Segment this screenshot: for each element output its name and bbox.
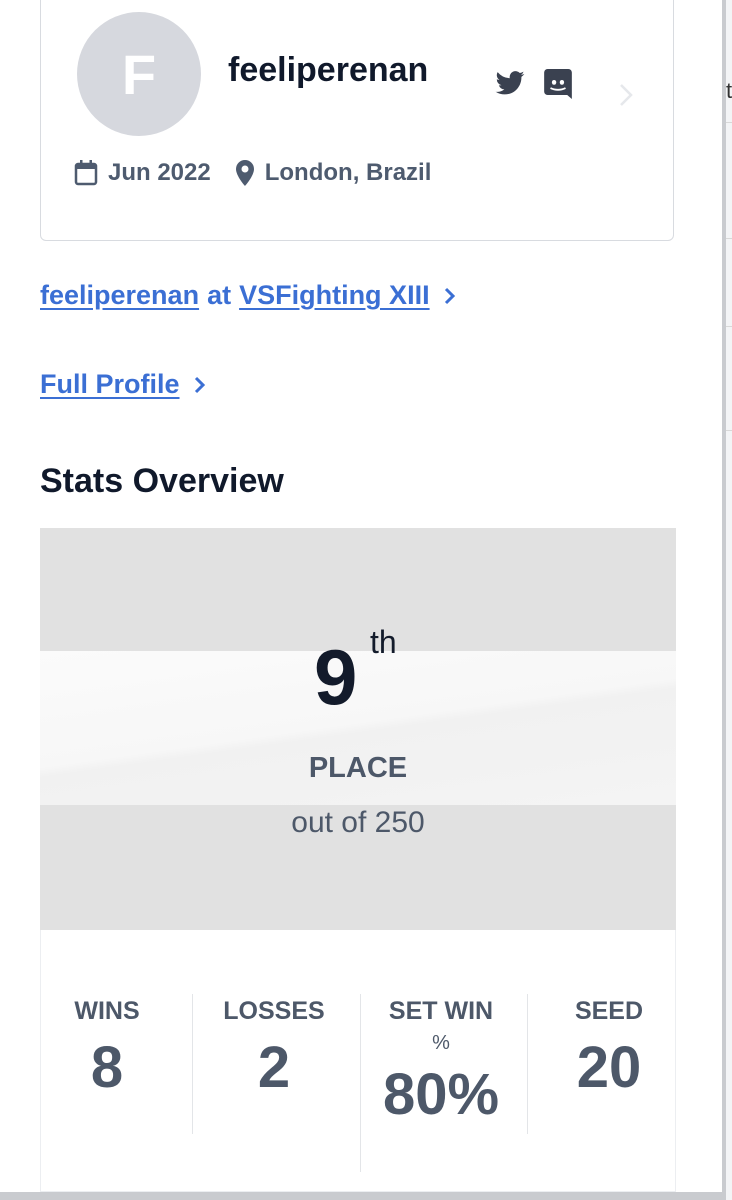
panel-bottom-edge xyxy=(0,1192,726,1200)
chevron-right-icon xyxy=(444,287,455,304)
stats-row: WINS 8 LOSSES 2 SET WIN % 80% SEED 20 xyxy=(40,930,676,1192)
stat-value: 2 xyxy=(257,1035,291,1100)
stat-label: SET WIN xyxy=(388,997,494,1025)
stats-overview-heading: Stats Overview xyxy=(40,462,284,500)
player-profile-card[interactable]: F feeliperenan Jun 2022 London, Brazil xyxy=(40,0,674,241)
calendar-icon xyxy=(74,160,98,186)
stat-value: 80% xyxy=(382,1062,500,1127)
stat-losses: LOSSES 2 xyxy=(209,996,339,1101)
twitter-icon[interactable] xyxy=(495,71,525,95)
event-link-at: at xyxy=(207,280,232,310)
stat-label: LOSSES xyxy=(223,997,325,1025)
stat-label: SEED xyxy=(574,997,644,1025)
profile-meta: Jun 2022 London, Brazil xyxy=(74,159,431,187)
chevron-right-icon[interactable] xyxy=(619,83,633,107)
placement-number: 9 xyxy=(314,633,358,721)
stat-value: 20 xyxy=(576,1035,642,1100)
event-profile-link[interactable]: feeliperenan at VSFighting XIII xyxy=(40,280,456,311)
location: London, Brazil xyxy=(264,159,432,186)
stat-label: WINS xyxy=(74,997,140,1025)
placement-suffix: th xyxy=(370,624,397,660)
avatar: F xyxy=(77,12,201,136)
placement-label: PLACE xyxy=(308,752,408,784)
stat-divider xyxy=(527,994,528,1134)
stat-wins: WINS 8 xyxy=(51,996,163,1101)
stat-set-win: SET WIN % 80% xyxy=(371,996,511,1128)
stat-seed: SEED 20 xyxy=(551,996,667,1101)
stat-divider xyxy=(192,994,193,1134)
full-profile-link[interactable]: Full Profile xyxy=(40,369,206,400)
placement-total: out of 250 xyxy=(291,806,425,839)
stat-value: 8 xyxy=(90,1035,124,1100)
placement-card: 9 th PLACE out of 250 xyxy=(40,528,676,930)
discord-icon[interactable] xyxy=(543,69,573,99)
event-link-username[interactable]: feeliperenan xyxy=(40,280,199,311)
chevron-right-icon xyxy=(194,376,205,393)
background-text-fragment: t xyxy=(726,78,732,103)
player-username: feeliperenan xyxy=(228,51,429,89)
stat-divider xyxy=(360,994,361,1172)
join-date: Jun 2022 xyxy=(108,159,211,186)
full-profile-label[interactable]: Full Profile xyxy=(40,369,180,400)
event-link-name[interactable]: VSFighting XIII xyxy=(239,280,430,311)
location-pin-icon xyxy=(235,160,254,186)
background-page xyxy=(726,0,732,1200)
stat-label-sub: % xyxy=(432,1032,450,1054)
panel-scroll-edge xyxy=(722,0,726,1200)
